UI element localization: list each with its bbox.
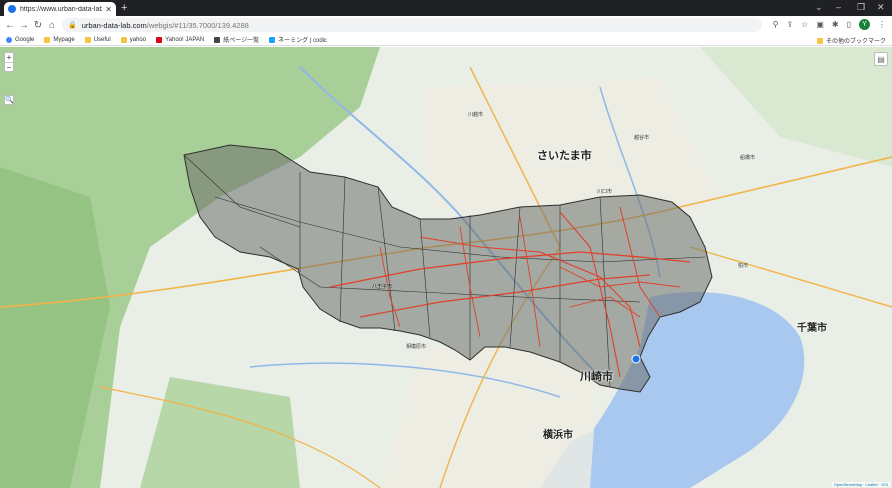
sidepanel-icon[interactable]: ▯	[847, 20, 851, 29]
city-label: 船橋市	[740, 155, 756, 161]
layers-icon[interactable]: ▤	[874, 52, 888, 66]
url-path: /webgis/#11/35.7000/139.4288	[146, 20, 249, 30]
city-label: 越谷市	[634, 135, 650, 141]
zoom-control: + −	[4, 52, 14, 72]
browser-tab[interactable]: https://www.urban-data-lab.com/ ✕	[4, 2, 116, 16]
tab-title: https://www.urban-data-lab.com/	[20, 5, 103, 13]
browser-titlebar: https://www.urban-data-lab.com/ ✕ + ⌄ – …	[0, 0, 892, 16]
bookmark-google[interactable]: Google	[6, 36, 35, 43]
forward-icon[interactable]: →	[17, 20, 31, 31]
minimize-icon[interactable]: –	[836, 2, 841, 12]
city-label: 川崎市	[580, 371, 613, 383]
city-label: さいたま市	[537, 150, 592, 162]
bookmark-useful[interactable]: Useful	[84, 36, 111, 43]
city-label: 柏市	[738, 263, 749, 269]
bookmark-label: Useful	[93, 36, 111, 43]
bookmark-label: Mypage	[53, 36, 75, 43]
puzzle-icon[interactable]: ✱	[832, 20, 839, 29]
bookmark-label: 紙ページ一覧	[223, 38, 260, 44]
bookmark-label: Google	[15, 36, 35, 43]
zoom-icon[interactable]: ⚲	[773, 20, 779, 29]
home-icon[interactable]: ⌂	[45, 20, 59, 31]
bookmark-label: yahoo	[129, 36, 147, 43]
zoom-in-button[interactable]: +	[5, 53, 13, 62]
bookmarks-bar: Google Mypage Useful yahoo Yahoo! JAPAN …	[0, 34, 892, 46]
map-attribution[interactable]: OpenStreetMap · Leaflet · GSI	[831, 482, 890, 487]
bookmark-yahoo-japan[interactable]: Yahoo! JAPAN	[156, 36, 205, 43]
map-canvas[interactable]: + − 🔍 ▤ さいたま市 千葉市 川崎市 横浜市 八王子市 相模原市 川越市 …	[0, 47, 892, 488]
other-bookmarks[interactable]: その他のブックマーク	[816, 36, 886, 45]
globe-icon	[8, 5, 16, 13]
location-marker-icon[interactable]	[631, 354, 641, 364]
city-label: 八王子市	[372, 284, 393, 290]
map-background	[0, 47, 892, 488]
city-label: 千葉市	[797, 323, 827, 334]
codic-icon	[269, 36, 276, 43]
notion-icon	[214, 36, 221, 43]
bookmark-yahoo[interactable]: yahoo	[120, 36, 147, 43]
bookmark-notion[interactable]: 紙ページ一覧	[214, 35, 259, 44]
star-icon[interactable]: ☆	[801, 20, 808, 29]
bookmark-mypage[interactable]: Mypage	[44, 36, 75, 43]
search-icon[interactable]: 🔍	[4, 95, 14, 105]
toolbar-icons: ⚲ ⇪ ☆ ▣ ✱ ▯ Y ⋮	[773, 19, 886, 30]
folder-icon	[84, 36, 91, 43]
url-host: urban-data-lab.com	[81, 20, 147, 30]
bookmark-label: Yahoo! JAPAN	[165, 36, 205, 43]
google-icon	[6, 36, 12, 43]
extension-icon[interactable]: ▣	[816, 20, 824, 29]
folder-icon	[120, 36, 127, 43]
yahoo-icon	[156, 36, 163, 43]
menu-icon[interactable]: ⋮	[878, 20, 886, 29]
city-label: 川越市	[468, 112, 484, 118]
share-icon[interactable]: ⇪	[786, 20, 793, 29]
farmland-area	[700, 47, 892, 167]
profile-avatar[interactable]: Y	[859, 19, 870, 30]
close-icon[interactable]: ✕	[105, 5, 112, 14]
bookmark-codic[interactable]: ネーミング | codic	[269, 35, 327, 44]
folder-icon	[44, 36, 51, 43]
city-label: 相模原市	[406, 344, 427, 350]
restore-icon[interactable]: ❐	[857, 2, 865, 13]
bookmark-label: ネーミング | codic	[278, 38, 328, 44]
browser-toolbar: ← → ↻ ⌂ 🔒 urban-data-lab.com/webgis/#11/…	[0, 16, 892, 34]
city-label: 横浜市	[543, 430, 573, 441]
lock-icon: 🔒	[68, 22, 77, 29]
zoom-out-button[interactable]: −	[5, 62, 13, 72]
address-bar[interactable]: 🔒 urban-data-lab.com/webgis/#11/35.7000/…	[62, 18, 762, 32]
back-icon[interactable]: ←	[3, 20, 17, 31]
bookmark-label: その他のブックマーク	[825, 39, 886, 45]
window-close-icon[interactable]: ✕	[877, 2, 885, 13]
chevron-down-icon[interactable]: ⌄	[815, 2, 823, 13]
folder-icon	[816, 37, 823, 44]
new-tab-button[interactable]: +	[121, 2, 127, 14]
reload-icon[interactable]: ↻	[31, 20, 45, 31]
city-label: 川口市	[597, 189, 613, 195]
